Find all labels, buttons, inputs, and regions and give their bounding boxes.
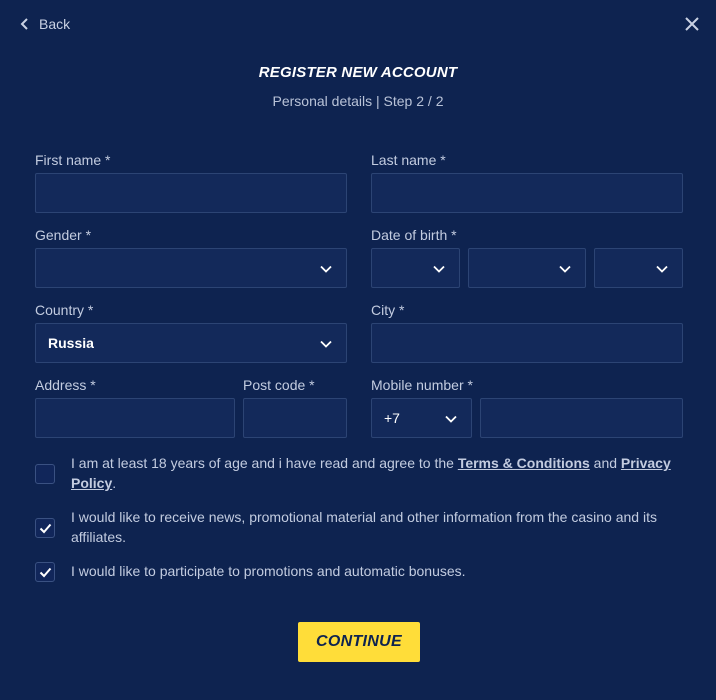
page-title: REGISTER NEW ACCOUNT (258, 64, 458, 81)
news-checkbox[interactable] (35, 518, 55, 538)
close-button[interactable] (683, 15, 701, 33)
last-name-field[interactable] (371, 173, 683, 213)
chevron-down-icon (559, 265, 571, 273)
city-label: City * (371, 302, 405, 318)
first-name-label: First name * (35, 152, 111, 168)
dob-year-select[interactable] (594, 248, 683, 288)
chevron-down-icon (433, 265, 445, 273)
register-modal: Back REGISTER NEW ACCOUNT Personal detai… (0, 0, 716, 700)
chevron-down-icon (320, 265, 332, 273)
post-code-field[interactable] (243, 398, 347, 438)
terms-link[interactable]: Terms & Conditions (458, 455, 590, 471)
address-field[interactable] (35, 398, 235, 438)
city-input[interactable] (372, 324, 682, 362)
age-terms-text-part: and (589, 455, 621, 471)
chevron-left-icon (20, 18, 28, 30)
country-value: Russia (48, 335, 94, 351)
age-terms-text: I am at least 18 years of age and i have… (71, 453, 675, 493)
dob-month-select[interactable] (468, 248, 586, 288)
consent-promotions: I would like to participate to promotion… (35, 561, 675, 582)
consent-news: I would like to receive news, promotiona… (35, 507, 675, 547)
post-code-input[interactable] (244, 399, 346, 437)
news-text: I would like to receive news, promotiona… (71, 509, 657, 545)
check-icon (39, 567, 51, 577)
chevron-down-icon (320, 340, 332, 348)
date-of-birth-label: Date of birth * (371, 227, 457, 243)
phone-prefix-select[interactable]: +7 (371, 398, 472, 438)
address-label: Address * (35, 377, 96, 393)
first-name-field[interactable] (35, 173, 347, 213)
gender-label: Gender * (35, 227, 92, 243)
last-name-input[interactable] (372, 174, 682, 212)
country-label: Country * (35, 302, 94, 318)
last-name-label: Last name * (371, 152, 446, 168)
mobile-number-field[interactable] (480, 398, 683, 438)
continue-button[interactable]: CONTINUE (298, 622, 420, 662)
mobile-number-input[interactable] (481, 399, 682, 437)
first-name-input[interactable] (36, 174, 346, 212)
chevron-down-icon (656, 265, 668, 273)
step-indicator: Personal details | Step 2 / 2 (272, 93, 444, 109)
promotions-checkbox[interactable] (35, 562, 55, 582)
age-terms-text-part: I am at least 18 years of age and i have… (71, 455, 458, 471)
gender-select[interactable] (35, 248, 347, 288)
age-terms-text-part: . (112, 475, 117, 491)
consent-age-terms: I am at least 18 years of age and i have… (35, 453, 675, 493)
back-button[interactable]: Back (20, 14, 70, 34)
age-terms-checkbox[interactable] (35, 464, 55, 484)
promotions-text: I would like to participate to promotion… (71, 563, 466, 579)
check-icon (39, 523, 51, 533)
country-select[interactable]: Russia (35, 323, 347, 363)
close-icon (685, 17, 699, 31)
address-input[interactable] (36, 399, 234, 437)
mobile-number-label: Mobile number * (371, 377, 473, 393)
city-field[interactable] (371, 323, 683, 363)
back-label: Back (39, 16, 71, 32)
post-code-label: Post code * (243, 377, 315, 393)
chevron-down-icon (445, 415, 457, 423)
dob-day-select[interactable] (371, 248, 460, 288)
